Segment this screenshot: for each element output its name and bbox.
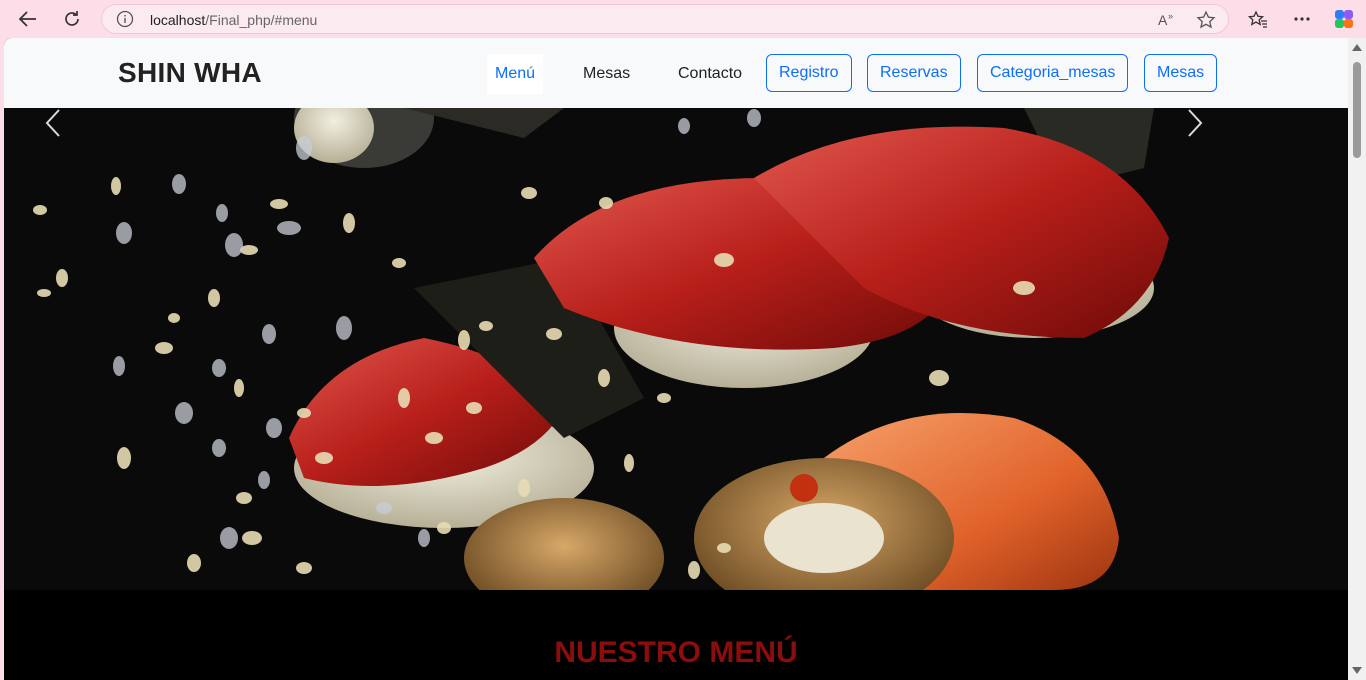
favorites-button[interactable]	[1244, 5, 1272, 33]
url-path: /Final_php/#menu	[205, 12, 318, 28]
page-viewport: SHIN WHA Menú Mesas Contacto Registro Re…	[4, 38, 1366, 680]
info-icon[interactable]	[116, 10, 134, 28]
back-button[interactable]	[14, 5, 42, 33]
nav-link-mesas[interactable]: Mesas	[583, 54, 630, 94]
chevron-right-icon	[1188, 109, 1203, 137]
browser-toolbar: localhost/Final_php/#menu A»	[0, 0, 1366, 38]
copilot-icon	[1335, 10, 1353, 28]
page-scrollbar[interactable]	[1348, 38, 1366, 680]
address-bar[interactable]: localhost/Final_php/#menu A»	[101, 4, 1229, 34]
reload-button[interactable]	[58, 5, 86, 33]
svg-text:A: A	[1158, 12, 1168, 28]
nav-link-contacto[interactable]: Contacto	[678, 54, 742, 94]
scrollbar-thumb[interactable]	[1353, 62, 1361, 158]
carousel-next-button[interactable]	[1186, 108, 1306, 590]
svg-text:»: »	[1168, 11, 1173, 21]
chevron-left-icon	[45, 109, 60, 137]
url-host: localhost	[150, 12, 206, 28]
scroll-up-arrow-icon[interactable]	[1352, 44, 1362, 51]
copilot-button[interactable]	[1330, 5, 1358, 33]
more-dots-icon	[1294, 17, 1310, 21]
nav-link-menu[interactable]: Menú	[487, 54, 544, 94]
site-brand[interactable]: SHIN WHA	[118, 57, 262, 89]
scroll-down-arrow-icon[interactable]	[1352, 667, 1362, 674]
arrow-left-icon	[19, 11, 36, 27]
menu-section: NUESTRO MENÚ	[4, 590, 1348, 680]
registro-button[interactable]: Registro	[766, 54, 852, 92]
menu-title: NUESTRO MENÚ	[554, 636, 798, 669]
reservas-button[interactable]: Reservas	[867, 54, 961, 92]
url-text[interactable]: localhost/Final_php/#menu	[150, 12, 317, 28]
carousel-prev-button[interactable]	[44, 108, 164, 590]
star-icon[interactable]	[1196, 10, 1216, 30]
favorites-icon	[1248, 10, 1267, 28]
sushi-photo	[4, 108, 1348, 590]
read-aloud-icon[interactable]: A»	[1157, 10, 1177, 28]
site-navbar: SHIN WHA Menú Mesas Contacto Registro Re…	[4, 38, 1348, 108]
more-button[interactable]	[1288, 5, 1316, 33]
categoria-mesas-button[interactable]: Categoria_mesas	[977, 54, 1129, 92]
hero-carousel	[4, 108, 1348, 590]
mesas-button[interactable]: Mesas	[1144, 54, 1218, 92]
reload-icon	[65, 11, 79, 26]
